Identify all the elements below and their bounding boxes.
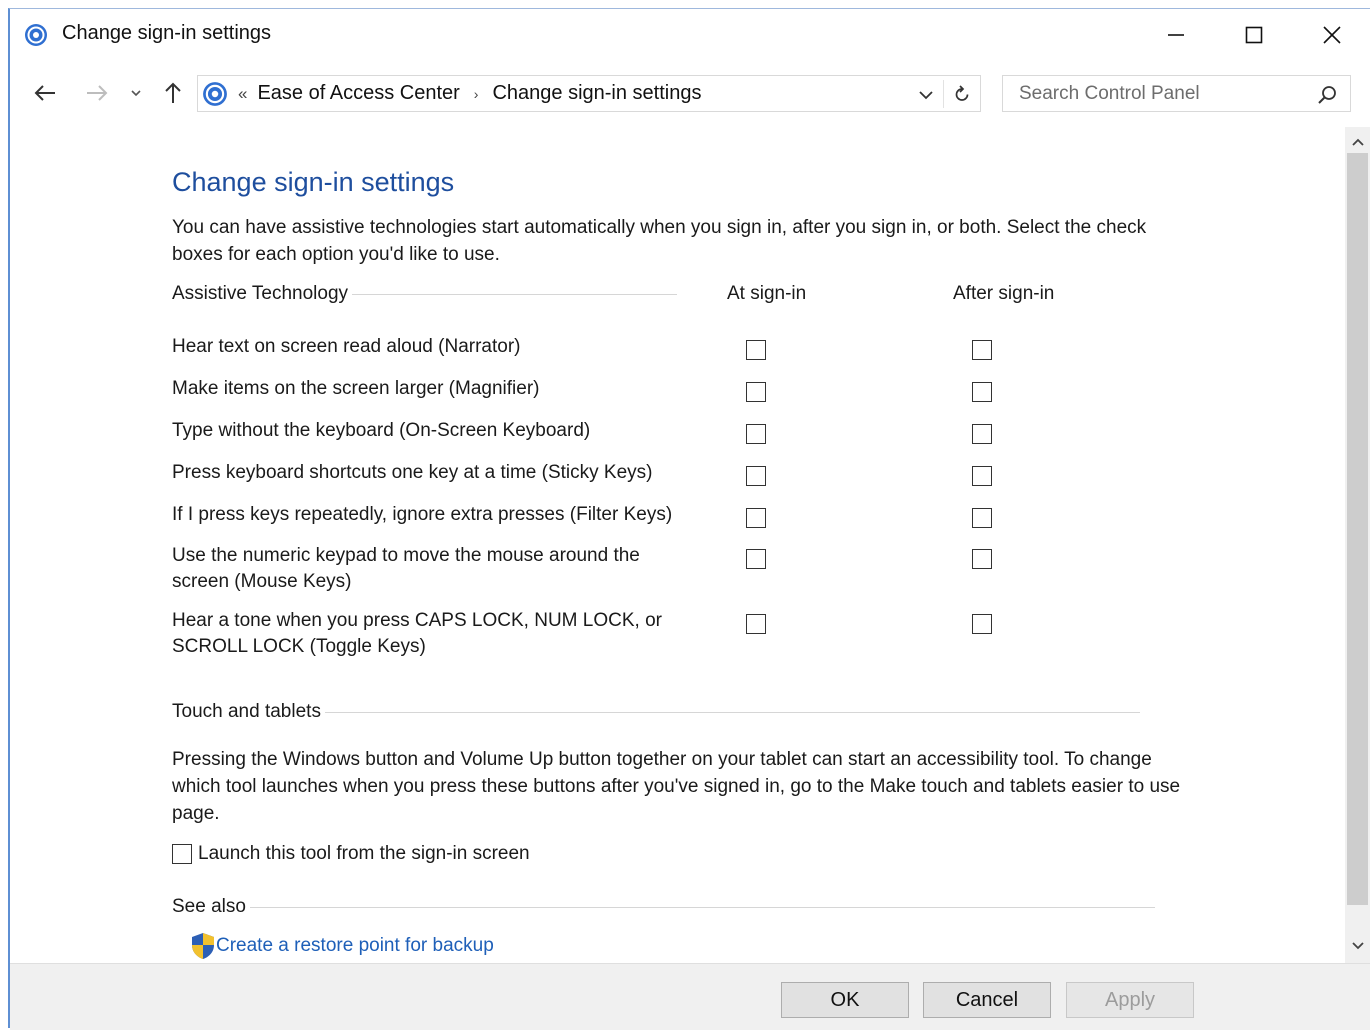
main-content: Change sign-in settings You can have ass… bbox=[10, 127, 1345, 959]
forward-arrow-icon bbox=[87, 85, 108, 101]
mouse-keys-at-sign-in-checkbox[interactable] bbox=[746, 549, 766, 569]
section-divider bbox=[352, 293, 678, 295]
magnifier-at-sign-in-checkbox[interactable] bbox=[746, 382, 766, 402]
see-also-label: See also bbox=[172, 896, 246, 917]
back-arrow-icon bbox=[34, 85, 55, 101]
address-divider bbox=[943, 80, 944, 108]
assistive-technology-header: Assistive Technology bbox=[172, 283, 678, 305]
search-icon[interactable] bbox=[1316, 84, 1338, 106]
control-panel-icon bbox=[203, 81, 227, 106]
section-divider bbox=[324, 711, 1140, 713]
touch-tablets-label: Touch and tablets bbox=[172, 701, 321, 722]
page-title: Change sign-in settings bbox=[172, 167, 455, 197]
recent-locations-button[interactable] bbox=[122, 75, 150, 111]
address-bar[interactable]: « Ease of Access Center › Change sign-in… bbox=[197, 75, 981, 112]
narrator-at-sign-in-checkbox[interactable] bbox=[746, 340, 766, 360]
navigation-bar: « Ease of Access Center › Change sign-in… bbox=[10, 71, 1370, 117]
chevron-down-icon bbox=[1351, 942, 1364, 950]
osk-at-sign-in-checkbox[interactable] bbox=[746, 424, 766, 444]
magnifier-after-sign-in-checkbox[interactable] bbox=[972, 382, 992, 402]
section-divider bbox=[249, 906, 1155, 908]
scroll-down-button[interactable] bbox=[1345, 935, 1370, 957]
assistive-technology-label: Assistive Technology bbox=[172, 283, 349, 304]
breadcrumb-separator-icon[interactable]: › bbox=[474, 86, 479, 102]
scrollbar-thumb[interactable] bbox=[1347, 153, 1368, 905]
window-title: Change sign-in settings bbox=[62, 22, 272, 44]
maximize-button[interactable] bbox=[1214, 13, 1294, 57]
create-restore-point-link-text[interactable]: Create a restore point for backup bbox=[216, 935, 494, 957]
osk-after-sign-in-checkbox[interactable] bbox=[972, 424, 992, 444]
intro-text: You can have assistive technologies star… bbox=[172, 217, 1147, 265]
launch-from-sign-in-checkbox[interactable] bbox=[172, 844, 192, 864]
apply-button[interactable]: Apply bbox=[1066, 982, 1194, 1018]
ok-button[interactable]: OK bbox=[781, 982, 909, 1018]
breadcrumb-overflow[interactable]: « bbox=[238, 84, 247, 104]
narrator-after-sign-in-checkbox[interactable] bbox=[972, 340, 992, 360]
magnifier-label: Make items on the screen larger (Magnifi… bbox=[172, 378, 540, 399]
back-button[interactable] bbox=[28, 75, 62, 111]
vertical-scrollbar[interactable] bbox=[1345, 127, 1370, 963]
touch-tablets-text: Pressing the Windows button and Volume U… bbox=[172, 749, 1181, 824]
narrator-label: Hear text on screen read aloud (Narrator… bbox=[172, 336, 521, 357]
column-at-sign-in: At sign-in bbox=[727, 283, 807, 304]
dialog-window: Change sign-in settings « Ease of Access… bbox=[8, 8, 1370, 1030]
breadcrumb-current[interactable]: Change sign-in settings bbox=[492, 82, 701, 105]
refresh-icon bbox=[955, 85, 969, 101]
toggle-keys-after-sign-in-checkbox[interactable] bbox=[972, 614, 992, 634]
launch-from-sign-in-label[interactable]: Launch this tool from the sign-in screen bbox=[198, 843, 530, 865]
chevron-up-icon bbox=[1351, 138, 1364, 146]
see-also-header: See also bbox=[172, 896, 1155, 918]
toggle-keys-label: Hear a tone when you press CAPS LOCK, NU… bbox=[172, 610, 662, 657]
filter-keys-label: If I press keys repeatedly, ignore extra… bbox=[172, 504, 673, 525]
title-bar[interactable]: Change sign-in settings bbox=[10, 9, 1370, 61]
create-restore-point-link[interactable]: Create a restore point for backup bbox=[190, 932, 494, 960]
address-dropdown-button[interactable] bbox=[914, 83, 938, 107]
up-button[interactable] bbox=[156, 75, 190, 111]
mouse-keys-label: Use the numeric keypad to move the mouse… bbox=[172, 545, 640, 592]
up-arrow-icon bbox=[165, 82, 181, 103]
mouse-keys-after-sign-in-checkbox[interactable] bbox=[972, 549, 992, 569]
launch-from-sign-in-option[interactable]: Launch this tool from the sign-in screen bbox=[172, 843, 530, 865]
column-after-sign-in: After sign-in bbox=[953, 283, 1055, 304]
maximize-icon bbox=[1245, 26, 1263, 44]
search-box[interactable] bbox=[1002, 75, 1351, 112]
scroll-up-button[interactable] bbox=[1345, 131, 1370, 153]
search-input[interactable] bbox=[1017, 78, 1301, 110]
close-button[interactable] bbox=[1292, 13, 1370, 57]
on-screen-keyboard-label: Type without the keyboard (On-Screen Key… bbox=[172, 420, 591, 441]
refresh-button[interactable] bbox=[948, 81, 976, 109]
minimize-icon bbox=[1168, 34, 1184, 36]
ease-of-access-icon bbox=[25, 24, 47, 46]
touch-tablets-header: Touch and tablets bbox=[172, 701, 1140, 723]
toggle-keys-at-sign-in-checkbox[interactable] bbox=[746, 614, 766, 634]
filter-keys-at-sign-in-checkbox[interactable] bbox=[746, 508, 766, 528]
chevron-down-icon bbox=[919, 91, 933, 100]
chevron-down-icon bbox=[131, 90, 141, 97]
dialog-footer: OK Cancel Apply bbox=[10, 963, 1370, 1030]
breadcrumb-ease-of-access[interactable]: Ease of Access Center bbox=[257, 82, 459, 105]
uac-shield-icon bbox=[192, 933, 214, 959]
sticky-keys-at-sign-in-checkbox[interactable] bbox=[746, 466, 766, 486]
sticky-keys-label: Press keyboard shortcuts one key at a ti… bbox=[172, 462, 653, 483]
close-icon bbox=[1323, 26, 1341, 44]
sticky-keys-after-sign-in-checkbox[interactable] bbox=[972, 466, 992, 486]
forward-button[interactable] bbox=[80, 75, 114, 111]
cancel-button[interactable]: Cancel bbox=[923, 982, 1051, 1018]
minimize-button[interactable] bbox=[1136, 13, 1216, 57]
filter-keys-after-sign-in-checkbox[interactable] bbox=[972, 508, 992, 528]
